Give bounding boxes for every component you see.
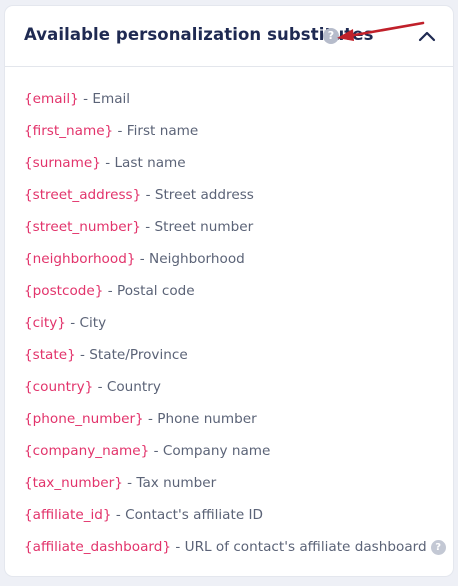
- annotation-arrow-icon: [337, 21, 425, 41]
- list-item: {street_number} - Street number: [24, 216, 449, 248]
- substitute-description: First name: [126, 123, 199, 139]
- substitute-description: Company name: [162, 443, 271, 459]
- substitute-token[interactable]: {affiliate_id}: [24, 507, 112, 523]
- list-item: {neighborhood} - Neighborhood: [24, 248, 449, 280]
- token-separator: -: [143, 411, 158, 427]
- list-item: {city} - City: [24, 312, 449, 344]
- substitute-token[interactable]: {email}: [24, 91, 79, 107]
- substitute-description: Phone number: [157, 411, 257, 427]
- substitute-token[interactable]: {tax_number}: [24, 475, 123, 491]
- substitute-description: Tax number: [136, 475, 217, 491]
- list-item: {tax_number} - Tax number: [24, 472, 449, 504]
- token-separator: -: [78, 91, 93, 107]
- token-separator: -: [171, 539, 185, 555]
- substitute-description: Street address: [154, 187, 254, 203]
- token-separator: -: [65, 315, 80, 331]
- list-item: {country} - Country: [24, 376, 449, 408]
- list-item: {state} - State/Province: [24, 344, 449, 376]
- substitute-token[interactable]: {state}: [24, 347, 76, 363]
- substitute-description: URL of contact's affiliate dashboard: [184, 539, 427, 555]
- substitute-description: City: [79, 315, 107, 331]
- substitute-token[interactable]: {phone_number}: [24, 411, 144, 427]
- substitute-description: Country: [106, 379, 161, 395]
- collapse-toggle-button[interactable]: [413, 22, 441, 50]
- personalization-substitutes-panel: Available personalization substitutes ? …: [5, 6, 453, 576]
- list-item: {company_name} - Company name: [24, 440, 449, 472]
- substitute-description: Street number: [154, 219, 254, 235]
- list-item: {first_name} - First name: [24, 120, 449, 152]
- token-separator: -: [113, 123, 127, 139]
- substitute-description: Email: [92, 91, 131, 107]
- substitute-token[interactable]: {street_address}: [24, 187, 141, 203]
- panel-title: Available personalization substitutes: [24, 25, 374, 44]
- substitute-description: Postal code: [117, 283, 195, 299]
- list-item: {affiliate_dashboard} - URL of contact's…: [24, 536, 449, 568]
- token-separator: -: [93, 379, 107, 395]
- list-item: {phone_number} - Phone number: [24, 408, 449, 440]
- token-separator: -: [100, 155, 115, 171]
- substitute-token[interactable]: {surname}: [24, 155, 101, 171]
- substitute-token[interactable]: {postcode}: [24, 283, 103, 299]
- substitute-token[interactable]: {city}: [24, 315, 66, 331]
- token-separator: -: [149, 443, 163, 459]
- substitute-token[interactable]: {neighborhood}: [24, 251, 135, 267]
- substitutes-list: {email} - Email {first_name} - First name…: [24, 88, 449, 568]
- substitute-token[interactable]: {street_number}: [24, 219, 141, 235]
- token-separator: -: [111, 507, 126, 523]
- list-item: {affiliate_id} - Contact's affiliate ID: [24, 504, 449, 536]
- help-icon[interactable]: ?: [430, 540, 446, 555]
- token-separator: -: [141, 187, 155, 203]
- token-separator: -: [122, 475, 137, 491]
- substitute-description: State/Province: [89, 347, 188, 363]
- list-item: {postcode} - Postal code: [24, 280, 449, 312]
- substitute-token[interactable]: {affiliate_dashboard}: [24, 539, 171, 555]
- panel-header[interactable]: Available personalization substitutes ?: [5, 6, 453, 67]
- token-separator: -: [103, 283, 118, 299]
- substitute-description: Last name: [114, 155, 186, 171]
- token-separator: -: [140, 219, 155, 235]
- list-item: {email} - Email: [24, 88, 449, 120]
- list-item: {street_address} - Street address: [24, 184, 449, 216]
- substitute-description: Contact's affiliate ID: [125, 507, 264, 523]
- substitute-token[interactable]: {first_name}: [24, 123, 113, 139]
- chevron-up-icon: [418, 31, 436, 42]
- substitute-description: Neighborhood: [149, 251, 245, 267]
- token-separator: -: [135, 251, 150, 267]
- list-item: {surname} - Last name: [24, 152, 449, 184]
- substitute-token[interactable]: {country}: [24, 379, 93, 395]
- substitute-token[interactable]: {company_name}: [24, 443, 149, 459]
- token-separator: -: [75, 347, 90, 363]
